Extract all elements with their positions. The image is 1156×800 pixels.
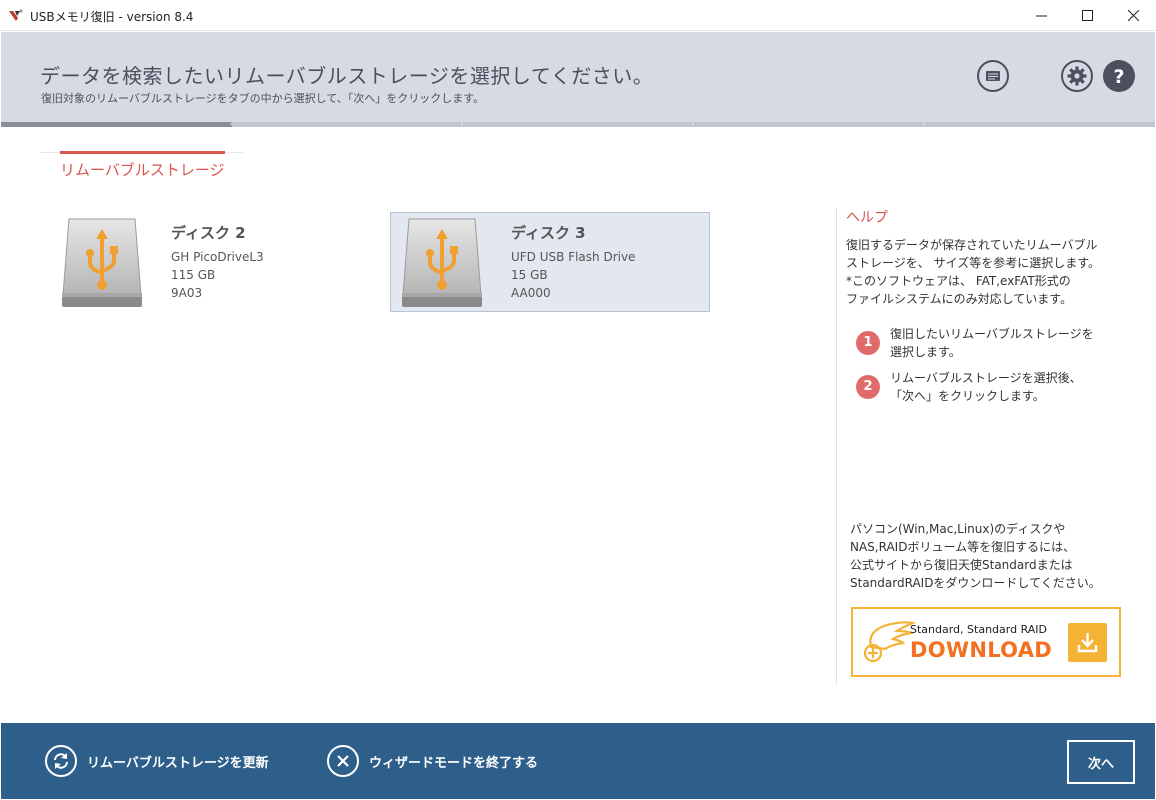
disk-item[interactable]: ディスク 2 GH PicoDriveL3 115 GB 9A03 — [50, 212, 370, 312]
help-line: ストレージを、 サイズ等を参考に選択します。 — [846, 256, 1101, 270]
progress-step-separator: › — [922, 120, 925, 128]
maximize-icon — [1081, 10, 1093, 21]
help-icon: ? — [1113, 66, 1124, 88]
wizard-progress: › › › › — [1, 120, 1155, 128]
wizard-footer: リムーバブルストレージを更新 ウィザードモードを終了する 次へ — [1, 723, 1155, 799]
promo-line: パソコン(Win,Mac,Linux)のディスクや — [850, 522, 1066, 536]
progress-fill — [1, 122, 232, 127]
promo-line: StandardRAIDをダウンロードしてください。 — [850, 576, 1101, 590]
step-line: 復旧したいリムーバブルストレージを — [890, 327, 1094, 341]
download-icon — [1077, 633, 1098, 653]
window-title: USBメモリ復旧 - version 8.4 — [30, 10, 194, 24]
log-icon — [986, 71, 1000, 81]
disk-item-selected[interactable]: ディスク 3 UFD USB Flash Drive 15 GB AA000 — [390, 212, 710, 312]
step-line: リムーバブルストレージを選択後、 — [890, 371, 1082, 385]
disk-id: AA000 — [511, 286, 551, 300]
log-button[interactable] — [977, 60, 1009, 92]
usb-drive-icon — [62, 218, 142, 307]
help-body: 復旧するデータが保存されていたリムーバブル ストレージを、 サイズ等を参考に選択… — [846, 236, 1116, 308]
progress-step-separator: › — [229, 120, 233, 128]
tab-removable-storage[interactable]: リムーバブルストレージ — [60, 159, 225, 180]
refresh-label: リムーバブルストレージを更新 — [87, 755, 269, 771]
promo-text: パソコン(Win,Mac,Linux)のディスクや NAS,RAIDボリューム等… — [850, 520, 1120, 592]
close-button[interactable] — [1110, 0, 1156, 31]
download-sub-label: Standard, Standard RAID — [910, 623, 1048, 636]
disk-model: UFD USB Flash Drive — [511, 250, 636, 264]
disk-size: 115 GB — [171, 268, 216, 282]
exit-wizard-label: ウィザードモードを終了する — [369, 755, 539, 771]
minimize-button[interactable] — [1018, 0, 1064, 31]
help-line: ファイルシステムにのみ対応しています。 — [846, 292, 1073, 306]
page-subtitle: 復旧対象のリムーバブルストレージをタブの中から選択して、「次へ」をクリックします… — [41, 92, 485, 105]
promo-line: NAS,RAIDボリューム等を復旧するには、 — [850, 540, 1076, 554]
close-circle-icon — [327, 745, 359, 777]
minimize-icon — [1035, 15, 1047, 17]
help-button[interactable]: ? — [1103, 60, 1135, 92]
window-titlebar: USBメモリ復旧 - version 8.4 — [0, 0, 1156, 31]
refresh-storage-button[interactable]: リムーバブルストレージを更新 — [45, 745, 269, 777]
tab-active-indicator — [60, 151, 225, 154]
usb-drive-icon — [402, 218, 482, 307]
page-title: データを検索したいリムーバブルストレージを選択してください。 — [40, 64, 654, 88]
download-banner[interactable]: Standard, Standard RAID DOWNLOAD — [851, 607, 1121, 677]
disk-model: GH PicoDriveL3 — [171, 250, 264, 264]
disk-name: ディスク 3 — [511, 224, 586, 242]
step-line: 選択します。 — [890, 345, 961, 359]
maximize-button[interactable] — [1064, 0, 1110, 31]
step-number-badge: 2 — [856, 375, 880, 399]
disk-size: 15 GB — [511, 268, 548, 282]
step-text: 復旧したいリムーバブルストレージを 選択します。 — [890, 325, 1120, 361]
progress-step-separator: › — [691, 120, 695, 128]
wizard-header: データを検索したいリムーバブルストレージを選択してください。 復旧対象のリムーバ… — [1, 32, 1155, 122]
settings-button[interactable] — [1061, 60, 1093, 92]
refresh-icon — [45, 745, 77, 777]
app-logo-icon — [9, 9, 23, 21]
help-line: *このソフトウェアは、 FAT,exFAT形式の — [846, 274, 1071, 288]
help-divider — [836, 208, 837, 684]
step-line: 「次へ」をクリックします。 — [890, 389, 1045, 403]
download-label: DOWNLOAD — [910, 638, 1053, 662]
disk-id: 9A03 — [171, 286, 203, 300]
progress-step-separator: › — [460, 120, 464, 128]
help-title: ヘルプ — [846, 210, 888, 226]
step-number-badge: 1 — [856, 331, 880, 355]
exit-wizard-button[interactable]: ウィザードモードを終了する — [327, 745, 538, 777]
promo-line: 公式サイトから復旧天使Standardまたは — [850, 558, 1073, 572]
step-text: リムーバブルストレージを選択後、 「次へ」をクリックします。 — [890, 369, 1120, 405]
next-button[interactable]: 次へ — [1067, 740, 1135, 784]
gear-icon — [1067, 66, 1087, 86]
download-button[interactable] — [1068, 623, 1107, 662]
svg-text:?: ? — [1113, 66, 1124, 88]
help-line: 復旧するデータが保存されていたリムーバブル — [846, 238, 1098, 252]
close-icon — [1127, 10, 1139, 21]
angel-wing-plus-icon — [863, 621, 915, 663]
disk-name: ディスク 2 — [171, 224, 246, 242]
